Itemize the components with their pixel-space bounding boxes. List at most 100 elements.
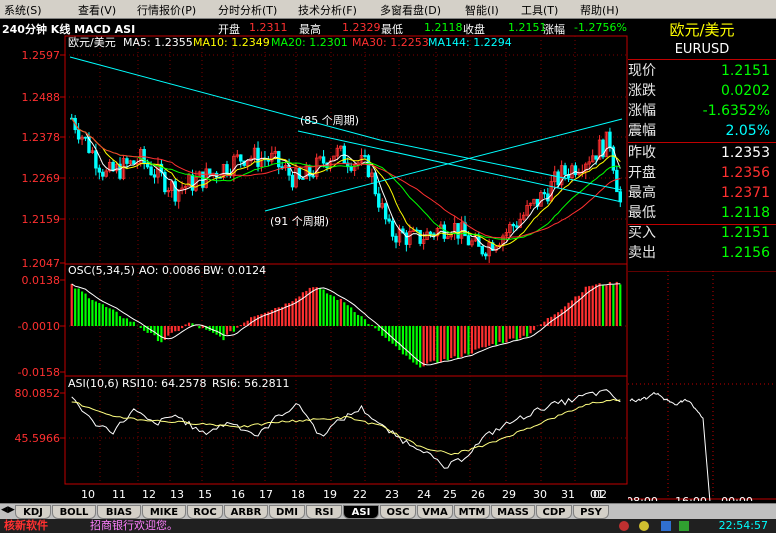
menu-item[interactable]: 智能(I) <box>465 2 499 18</box>
brand-label: 核新软件 <box>4 519 48 532</box>
candle-body <box>190 174 195 191</box>
quote-row: 最高 1.2371 <box>628 183 776 203</box>
menu-item[interactable]: 工具(T) <box>521 2 558 18</box>
asi-indicator-chart <box>71 389 621 469</box>
quote-row-value: 1.2353 <box>721 145 770 161</box>
price-tick: 1.2047 <box>22 257 61 270</box>
candle-body <box>404 232 409 245</box>
tab-mike[interactable]: MIKE <box>142 505 186 519</box>
tab-scroll-arrows[interactable]: ◀▶ <box>1 505 15 515</box>
quote-row-label: 昨收 <box>628 145 656 161</box>
candle-body <box>301 178 305 180</box>
tab-asi[interactable]: ASI <box>343 505 379 519</box>
menu-item[interactable]: 行情报价(P) <box>137 2 196 18</box>
tab-arbr[interactable]: ARBR <box>224 505 268 519</box>
candle-body <box>484 253 488 257</box>
date-tick: 18 <box>291 488 305 501</box>
rsi10-label: RSI10: 64.2578 <box>122 377 207 390</box>
quote-row: 开盘 1.2356 <box>628 163 776 183</box>
osc-signal-line <box>71 283 621 366</box>
annotation-91-periods: (91 个周期) <box>270 215 329 228</box>
candle-body <box>363 155 367 157</box>
connection-icon[interactable] <box>661 521 671 531</box>
quote-row-value: -1.6352% <box>702 103 770 119</box>
kline-chart-area[interactable]: 1.2597 1.2488 1.2378 1.2269 1.2159 1.2047 0.01… <box>0 19 628 503</box>
annotation-85-periods: (85 个周期) <box>300 114 359 127</box>
price-tick: 1.2488 <box>22 91 61 104</box>
menu-item[interactable]: 多窗看盘(D) <box>380 2 441 18</box>
intraday-chart[interactable]: 08:00 16:00 00:00 <box>628 271 776 501</box>
alert-icon[interactable] <box>639 521 649 531</box>
quote-row-label: 现价 <box>628 63 656 79</box>
date-tick: 17 <box>259 488 273 501</box>
quote-row-value: 1.2156 <box>721 245 770 261</box>
tab-vma[interactable]: VMA <box>417 505 453 519</box>
status-message: 招商银行欢迎您。 <box>90 519 178 532</box>
status-bar: 核新软件 招商银行欢迎您。 22:54:57 <box>0 519 776 533</box>
menu-item[interactable]: 查看(V) <box>78 2 116 18</box>
candle-body <box>511 223 516 227</box>
price-tick: 1.2159 <box>22 213 61 226</box>
tab-mtm[interactable]: MTM <box>454 505 490 519</box>
candle-body <box>83 136 88 139</box>
quote-row: 买入 1.2151 <box>628 223 776 243</box>
price-tick: 1.2597 <box>22 49 61 62</box>
message-icon[interactable] <box>679 521 689 531</box>
tab-cdp[interactable]: CDP <box>536 505 572 519</box>
quote-row: 涨跌 0.0202 <box>628 81 776 101</box>
date-tick: 23 <box>385 488 399 501</box>
asi-tick: 45.5966 <box>15 432 61 445</box>
osc-tick: 0.0138 <box>22 274 61 287</box>
quote-row-label: 最高 <box>628 185 656 201</box>
rsi10-line <box>71 389 621 469</box>
date-tick: 13 <box>170 488 184 501</box>
tab-rsi[interactable]: RSI <box>306 505 342 519</box>
date-tick: 10 <box>81 488 95 501</box>
candle-body <box>290 174 295 188</box>
menu-item[interactable]: 技术分析(F) <box>298 2 357 18</box>
date-tick: 12 <box>142 488 156 501</box>
intraday-time-tick: 00:00 <box>721 495 753 501</box>
ma144-label: MA144: 1.2294 <box>428 36 512 49</box>
tab-roc[interactable]: ROC <box>187 505 223 519</box>
tab-boll[interactable]: BOLL <box>52 505 96 519</box>
network-icon[interactable] <box>619 521 629 531</box>
quote-row-value: 1.2151 <box>721 63 770 79</box>
tab-mass[interactable]: MASS <box>491 505 535 519</box>
candlestick-chart <box>69 56 623 263</box>
quote-row: 震幅 2.05% <box>628 121 776 141</box>
price-tick: 1.2378 <box>22 131 61 144</box>
quote-row-label: 卖出 <box>628 245 656 261</box>
quote-row-value: 1.2118 <box>721 205 770 221</box>
quote-row: 卖出 1.2156 <box>628 243 776 263</box>
candle-body <box>542 192 547 195</box>
candle-body <box>466 235 471 246</box>
menu-item[interactable]: 帮助(H) <box>580 2 619 18</box>
candle-body <box>94 150 98 169</box>
candle-body <box>152 174 157 178</box>
osc-tick: -0.0158 <box>18 366 60 379</box>
date-tick: 16 <box>231 488 245 501</box>
tab-psy[interactable]: PSY <box>573 505 609 519</box>
date-tick: 02 <box>593 488 607 501</box>
candle-body <box>556 171 560 186</box>
tab-bias[interactable]: BIAS <box>97 505 141 519</box>
quote-row-label: 最低 <box>628 205 656 221</box>
quote-row: 最低 1.2118 <box>628 203 776 223</box>
menu-item[interactable]: 系统(S) <box>4 2 42 18</box>
candle-body <box>76 129 81 140</box>
menu-item[interactable]: 分时分析(T) <box>218 2 277 18</box>
date-tick: 24 <box>417 488 431 501</box>
date-tick: 19 <box>323 488 337 501</box>
candle-body <box>515 225 519 228</box>
tab-kdj[interactable]: KDJ <box>15 505 51 519</box>
intraday-price-line <box>629 391 711 501</box>
candle-body <box>239 154 243 162</box>
quote-row-value: 1.2151 <box>721 225 770 241</box>
instrument-code: EURUSD <box>674 42 730 57</box>
candle-body <box>373 172 378 195</box>
candle-body <box>280 166 284 169</box>
candle-body <box>377 193 381 208</box>
tab-dmi[interactable]: DMI <box>269 505 305 519</box>
tab-osc[interactable]: OSC <box>380 505 416 519</box>
